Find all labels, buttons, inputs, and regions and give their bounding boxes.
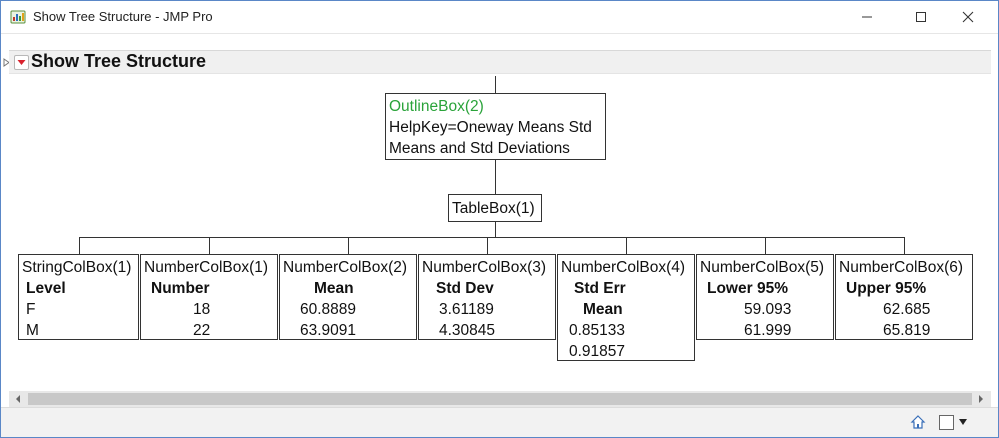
minimize-icon bbox=[862, 16, 872, 18]
scroll-right-arrow-icon[interactable] bbox=[977, 394, 985, 404]
scroll-left-arrow-icon[interactable] bbox=[14, 394, 22, 404]
edge-col-7 bbox=[904, 237, 905, 254]
column-value: 59.093 bbox=[744, 301, 792, 318]
edge-horizontal bbox=[79, 237, 905, 238]
red-triangle-menu-icon bbox=[17, 60, 26, 65]
close-icon bbox=[962, 11, 974, 23]
column-header: Mean bbox=[583, 301, 623, 318]
edge-col-1 bbox=[79, 237, 80, 254]
status-bar bbox=[1, 407, 998, 437]
jmp-app-icon bbox=[10, 10, 26, 24]
column-value: 18 bbox=[193, 301, 211, 318]
column-name: NumberColBox(5) bbox=[700, 259, 825, 276]
column-value: F bbox=[26, 301, 36, 318]
table-box-name: TableBox(1) bbox=[452, 200, 535, 217]
column-node-number-5: NumberColBox(5) Lower 95% 59.093 61.999 bbox=[696, 254, 834, 340]
edge-table-down bbox=[495, 222, 496, 237]
title-bar: Show Tree Structure - JMP Pro bbox=[1, 1, 998, 34]
column-header: Lower 95% bbox=[707, 280, 788, 297]
outline-title: Show Tree Structure bbox=[31, 51, 207, 71]
table-box-node: TableBox(1) bbox=[448, 194, 542, 222]
column-node-number-4: NumberColBox(4) Std Err Mean 0.85133 0.9… bbox=[557, 254, 695, 361]
edge-col-5 bbox=[626, 237, 627, 254]
column-node-number-1: NumberColBox(1) Number 18 22 bbox=[140, 254, 278, 340]
column-name: NumberColBox(2) bbox=[283, 259, 408, 276]
window-title: Show Tree Structure - JMP Pro bbox=[33, 9, 213, 24]
column-header: Mean bbox=[314, 280, 354, 297]
column-value: 60.8889 bbox=[300, 301, 357, 318]
maximize-icon bbox=[916, 12, 926, 22]
column-value: 0.91857 bbox=[569, 343, 626, 360]
column-value: 0.85133 bbox=[569, 322, 626, 339]
column-value: M bbox=[26, 322, 39, 339]
column-value: 22 bbox=[193, 322, 211, 339]
column-header: Std Dev bbox=[436, 280, 494, 297]
column-node-number-6: NumberColBox(6) Upper 95% 62.685 65.819 bbox=[835, 254, 973, 340]
scrollbar-thumb[interactable] bbox=[28, 393, 972, 405]
column-node-number-2: NumberColBox(2) Mean 60.8889 63.9091 bbox=[279, 254, 417, 340]
column-value: 61.999 bbox=[744, 322, 792, 339]
column-name: NumberColBox(3) bbox=[422, 259, 547, 276]
column-value: 62.685 bbox=[883, 301, 931, 318]
column-name: NumberColBox(6) bbox=[839, 259, 964, 276]
column-name: StringColBox(1) bbox=[22, 259, 132, 276]
column-node-number-3: NumberColBox(3) Std Dev 3.61189 4.30845 bbox=[418, 254, 556, 340]
column-value: 65.819 bbox=[883, 322, 931, 339]
chevron-down-icon[interactable] bbox=[958, 418, 968, 426]
column-header: Upper 95% bbox=[846, 280, 927, 297]
outline-box-helpkey: HelpKey=Oneway Means Std bbox=[389, 119, 592, 136]
app-window: Show Tree Structure - JMP Pro Show Tree … bbox=[0, 0, 999, 438]
edge-col-4 bbox=[487, 237, 488, 254]
column-name: NumberColBox(4) bbox=[561, 259, 686, 276]
column-header: Number bbox=[151, 280, 210, 297]
edge-col-2 bbox=[209, 237, 210, 254]
horizontal-scrollbar[interactable] bbox=[9, 391, 991, 407]
column-node-string: StringColBox(1) Level F M bbox=[18, 254, 139, 340]
edge-col-6 bbox=[765, 237, 766, 254]
close-button[interactable] bbox=[945, 1, 991, 33]
column-header: Std Err bbox=[574, 280, 626, 297]
report-content: Show Tree Structure OutlineBox(2) HelpKe… bbox=[1, 34, 998, 391]
column-value: 63.9091 bbox=[300, 322, 357, 339]
column-value: 4.30845 bbox=[439, 322, 496, 339]
outline-box-caption: Means and Std Deviations bbox=[389, 140, 570, 157]
edge-col-3 bbox=[348, 237, 349, 254]
minimize-button[interactable] bbox=[844, 1, 890, 33]
outline-box-node: OutlineBox(2) HelpKey=Oneway Means Std M… bbox=[385, 93, 606, 160]
maximize-button[interactable] bbox=[898, 1, 944, 33]
column-header: Level bbox=[26, 280, 66, 297]
column-name: NumberColBox(1) bbox=[144, 259, 269, 276]
outline-box-name: OutlineBox(2) bbox=[389, 98, 484, 115]
home-icon[interactable] bbox=[910, 414, 926, 430]
checkbox-icon[interactable] bbox=[939, 415, 954, 430]
edge-outline-table bbox=[495, 160, 496, 194]
column-value: 3.61189 bbox=[439, 301, 494, 318]
red-triangle-menu-button[interactable] bbox=[14, 55, 29, 70]
edge-root bbox=[495, 76, 496, 93]
